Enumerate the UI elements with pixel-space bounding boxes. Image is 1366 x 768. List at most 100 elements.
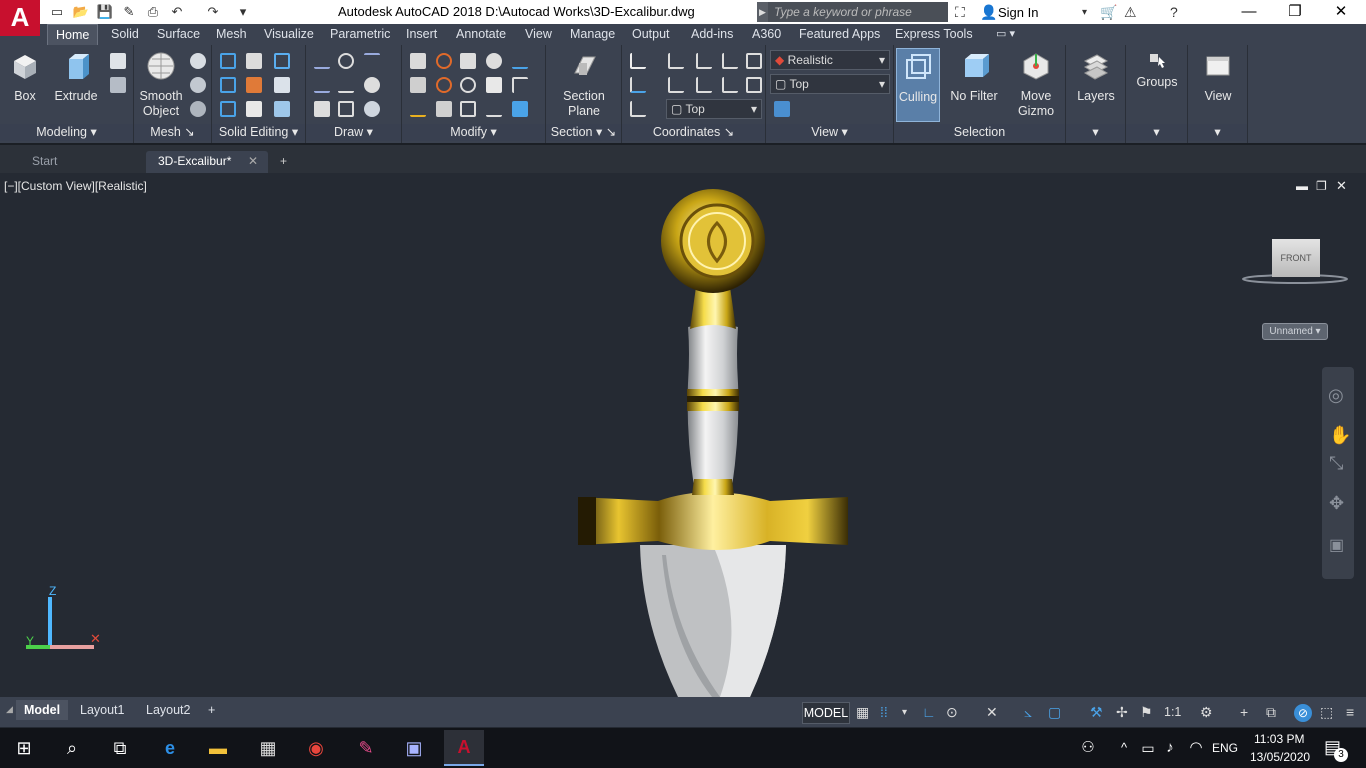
ucs-x-icon[interactable] xyxy=(668,77,684,93)
signin-dropdown-icon[interactable]: ▾ xyxy=(1082,7,1087,18)
viewport-controls-label[interactable]: [−][Custom View][Realistic] xyxy=(4,179,147,193)
qat-menu-icon[interactable]: ▾ xyxy=(234,3,252,21)
section-panel-label[interactable]: Section ▾ ↘ xyxy=(546,124,621,141)
tab-a360[interactable]: A360 xyxy=(752,27,781,41)
rotate-icon[interactable] xyxy=(460,77,476,93)
ucs-object-icon[interactable] xyxy=(746,53,762,69)
tab-output[interactable]: Output xyxy=(632,27,670,41)
search-input[interactable]: Type a keyword or phrase xyxy=(768,2,948,22)
media-app-icon[interactable]: ▣ xyxy=(398,734,430,762)
thicken-icon[interactable] xyxy=(246,101,262,117)
draw-panel-label[interactable]: Draw ▾ xyxy=(306,124,401,141)
ucs-icon[interactable] xyxy=(630,53,646,69)
break-icon[interactable] xyxy=(486,101,502,117)
tab-mesh[interactable]: Mesh xyxy=(216,27,247,41)
annotation-scale-icon[interactable]: ⚑ xyxy=(1140,704,1153,721)
cart-icon[interactable]: 🛒 xyxy=(1100,4,1117,21)
box-button[interactable]: Box xyxy=(4,45,46,104)
snap-mode-icon[interactable]: ⁞⁞ xyxy=(880,704,888,720)
view-panel-label[interactable]: View ▾ xyxy=(766,124,893,141)
chrome-browser-icon[interactable]: ◉ xyxy=(300,734,332,762)
tab-solid[interactable]: Solid xyxy=(111,27,139,41)
search-taskbar-icon[interactable]: ⌕ xyxy=(56,734,88,762)
tab-visualize[interactable]: Visualize xyxy=(264,27,314,41)
tab-manage[interactable]: Manage xyxy=(570,27,615,41)
layers-expand-icon[interactable]: ▾ xyxy=(1066,124,1125,141)
autocad-taskbar-icon[interactable]: A xyxy=(444,730,484,766)
close-button[interactable]: ✕ xyxy=(1318,0,1364,24)
dynamic-ucs-icon[interactable]: ⦣ xyxy=(1024,704,1032,721)
restore-button[interactable]: ❐ xyxy=(1272,0,1318,24)
showmotion-icon[interactable]: ▣ xyxy=(1329,535,1344,555)
tab-start[interactable]: Start xyxy=(20,151,144,173)
ucs-y-icon[interactable] xyxy=(696,77,712,93)
annotation-scale-value[interactable]: 1:1 xyxy=(1164,705,1181,719)
modeling-panel-label[interactable]: Modeling ▾ xyxy=(0,124,133,141)
open-file-icon[interactable]: 📂 xyxy=(72,3,90,21)
hardware-acceleration-icon[interactable]: ⊘ xyxy=(1294,704,1312,722)
search-collapse-icon[interactable]: ▶ xyxy=(757,2,768,22)
annotation-visibility-icon[interactable]: ⚒ xyxy=(1090,704,1103,721)
zoom-extents-icon[interactable]: ⤡ xyxy=(1329,453,1343,474)
ribbon-options-icon[interactable]: ▭ ▾ xyxy=(996,27,1015,40)
people-icon[interactable]: ⚇ xyxy=(1072,734,1104,762)
wifi-icon[interactable]: ◠ xyxy=(1180,734,1212,762)
layout-scroll-icon[interactable]: ◢ xyxy=(6,704,13,715)
ucs-origin-icon[interactable] xyxy=(630,77,646,93)
drawing-viewport[interactable]: [−][Custom View][Realistic] ▬ ❐ ✕ FRONT … xyxy=(0,175,1366,697)
spline-icon[interactable] xyxy=(314,77,330,93)
new-tab-button[interactable]: + xyxy=(274,151,296,173)
polyline-icon[interactable] xyxy=(314,53,330,69)
grid-display-icon[interactable]: ▦ xyxy=(856,704,869,721)
tab-view[interactable]: View xyxy=(525,27,552,41)
workspace-gear-icon[interactable]: ⚙ xyxy=(1200,704,1213,721)
ortho-icon[interactable]: ∟ xyxy=(922,704,936,720)
tab-insert[interactable]: Insert xyxy=(406,27,437,41)
auto-scale-icon[interactable]: ✢ xyxy=(1116,704,1128,721)
annotation-monitor-icon[interactable]: + xyxy=(1240,704,1248,720)
save-icon[interactable]: 💾 xyxy=(96,3,114,21)
help-icon[interactable]: ? xyxy=(1170,4,1178,20)
stretch-icon[interactable] xyxy=(436,101,452,117)
move-icon[interactable] xyxy=(460,53,476,69)
3d-scale-icon[interactable] xyxy=(436,77,452,93)
undo-icon[interactable]: ↶ xyxy=(168,3,186,21)
viewcube-front-face[interactable]: FRONT xyxy=(1272,239,1320,277)
explode-icon[interactable] xyxy=(512,101,528,117)
ucs-view-dropdown[interactable]: ▢ Top ▾ xyxy=(666,99,762,119)
clock-time[interactable]: 11:03 PM xyxy=(1254,732,1304,746)
print-icon[interactable]: ⎙ xyxy=(144,3,162,21)
clean-screen-icon[interactable]: ⬚ xyxy=(1320,704,1333,721)
offset-icon[interactable] xyxy=(410,101,426,117)
fillet-icon[interactable] xyxy=(512,77,528,93)
model-space-button[interactable]: MODEL xyxy=(802,702,850,724)
helix-icon[interactable] xyxy=(338,53,354,69)
a360-icon[interactable]: ⚠ xyxy=(1124,4,1137,21)
minimize-button[interactable]: — xyxy=(1226,0,1272,24)
3d-align-icon[interactable] xyxy=(486,53,502,69)
task-view-icon[interactable]: ⧉ xyxy=(104,734,136,762)
app-logo[interactable]: A xyxy=(0,0,40,36)
tab-layout1[interactable]: Layout1 xyxy=(80,700,124,720)
tab-surface[interactable]: Surface xyxy=(157,27,200,41)
smooth-object-button[interactable]: Smooth Object xyxy=(136,45,186,119)
ucs-world-icon[interactable] xyxy=(668,53,684,69)
ucs-previous-icon[interactable] xyxy=(696,53,712,69)
mesh-smooth-icon[interactable] xyxy=(190,77,206,93)
tab-layout2[interactable]: Layout2 xyxy=(146,700,190,720)
orbit-icon[interactable]: ✥ xyxy=(1329,493,1344,514)
groups-button[interactable]: Groups xyxy=(1132,45,1182,90)
selection-cycling-icon[interactable]: ▢ xyxy=(1048,704,1061,721)
polygon-icon[interactable] xyxy=(314,101,330,117)
snap-dropdown-icon[interactable]: ▾ xyxy=(902,707,907,718)
tab-featured-apps[interactable]: Featured Apps xyxy=(799,27,880,41)
scale-icon[interactable] xyxy=(460,101,476,117)
viewport-close-icon[interactable]: ✕ xyxy=(1336,178,1347,194)
close-tab-icon[interactable]: ✕ xyxy=(248,151,258,171)
sign-in-button[interactable]: Sign In xyxy=(998,5,1038,20)
ucs-z-icon[interactable] xyxy=(722,77,738,93)
viewport-minimize-icon[interactable]: ▬ xyxy=(1296,179,1308,193)
extract-edges-icon[interactable] xyxy=(274,53,290,69)
redo-icon[interactable]: ↷ xyxy=(204,3,222,21)
tab-active-drawing[interactable]: 3D-Excalibur* ✕ xyxy=(146,151,268,173)
